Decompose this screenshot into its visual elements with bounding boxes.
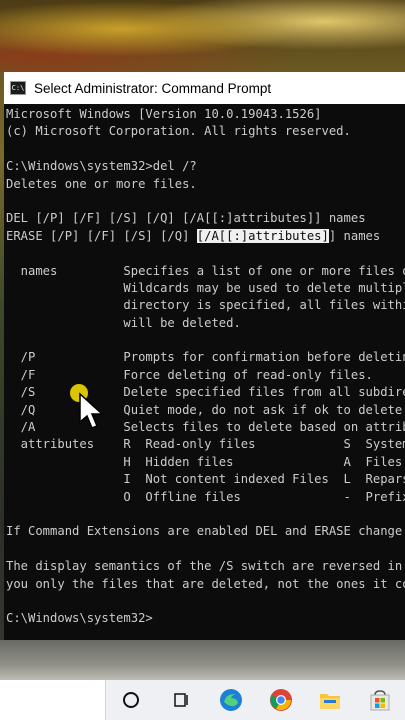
mouse-pointer-icon	[70, 384, 106, 432]
title-bar[interactable]: C:\ Select Administrator: Command Prompt	[4, 72, 405, 104]
taskbar	[0, 680, 405, 720]
console-line: I Not content indexed Files L Repars	[6, 472, 405, 487]
console-line: /F Force deleting of read-only files.	[6, 367, 373, 382]
console-line: C:\Windows\system32>del /?	[6, 159, 197, 174]
command-prompt-line[interactable]: C:\Windows\system32>	[6, 610, 405, 627]
console-line: H Hidden files A Files	[6, 454, 403, 469]
console-output[interactable]: Microsoft Windows [Version 10.0.19043.15…	[6, 106, 405, 640]
erase-syntax-before: ERASE [/P] [/F] [/S] [/Q]	[6, 228, 197, 243]
cortana-icon[interactable]	[106, 680, 156, 720]
console-line: will be deleted.	[6, 315, 241, 330]
console-line: The display semantics of the /S switch a…	[6, 559, 403, 574]
console-line: /Q Quiet mode, do not ask if ok to delet…	[6, 402, 403, 417]
desktop-wallpaper-bottom	[0, 640, 405, 680]
console-line: attributes R Read-only files S System	[6, 437, 405, 452]
erase-syntax-after: ] names	[328, 228, 381, 243]
file-explorer-icon[interactable]	[305, 680, 355, 720]
window-title: Select Administrator: Command Prompt	[34, 80, 272, 96]
command-prompt-window[interactable]: C:\ Select Administrator: Command Prompt…	[4, 72, 405, 640]
desktop-wallpaper	[0, 0, 405, 72]
console-line: (c) Microsoft Corporation. All rights re…	[6, 124, 351, 139]
console-line: /A Selects files to delete based on attr…	[6, 420, 405, 435]
text-selection[interactable]: [/A[[:]attributes]	[196, 228, 329, 243]
console-line: names Specifies a list of one or more fi…	[6, 263, 405, 278]
console-line: directory is specified, all files withi	[6, 298, 405, 313]
console-line: O Offline files - Prefix	[6, 489, 405, 504]
search-box[interactable]	[0, 680, 107, 720]
console-line: If Command Extensions are enabled DEL an…	[6, 524, 403, 539]
chrome-icon[interactable]	[256, 680, 306, 720]
console-line: Wildcards may be used to delete multipl	[6, 280, 405, 295]
console-line: /P Prompts for confirmation before delet…	[6, 350, 405, 365]
console-line: DEL [/P] [/F] [/S] [/Q] [/A[[:]attribute…	[6, 211, 366, 226]
cmd-icon: C:\	[10, 81, 26, 95]
console-line-erase: ERASE [/P] [/F] [/S] [/Q] [/A[[:]attribu…	[6, 228, 405, 245]
store-icon[interactable]	[355, 680, 405, 720]
console-line: /S Delete specified files from all subdi…	[6, 385, 405, 400]
task-view-icon[interactable]	[156, 680, 206, 720]
console-line: you only the files that are deleted, not…	[6, 576, 405, 591]
console-line: Deletes one or more files.	[6, 176, 197, 191]
console-line: Microsoft Windows [Version 10.0.19043.15…	[6, 107, 322, 121]
edge-icon[interactable]	[206, 680, 256, 720]
